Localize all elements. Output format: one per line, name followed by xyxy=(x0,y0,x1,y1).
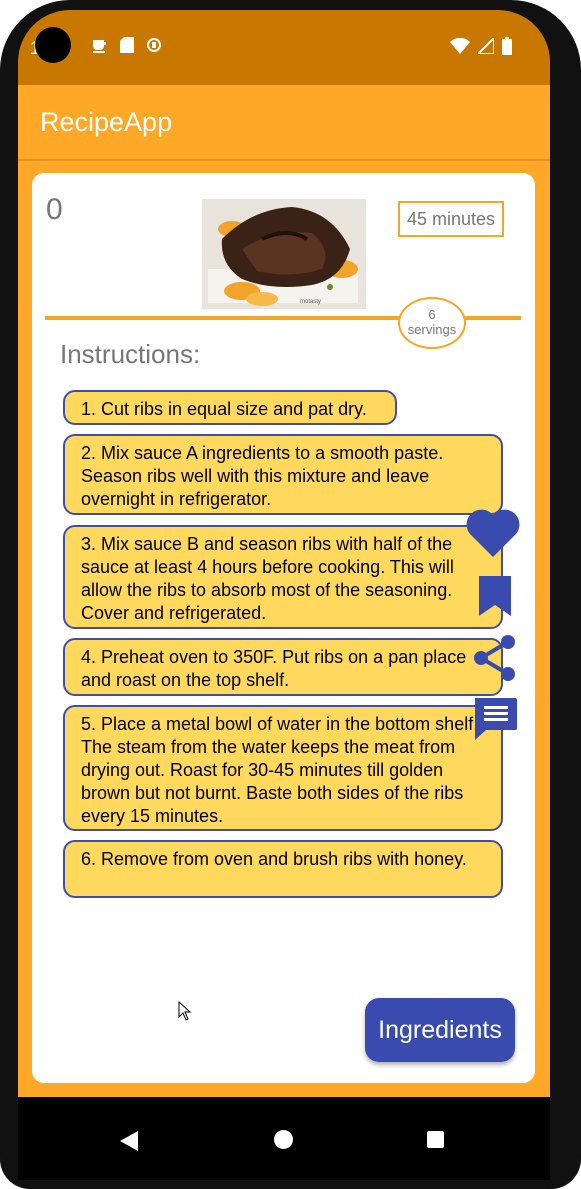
instruction-step: 6. Remove from oven and brush ribs with … xyxy=(63,840,503,898)
app-bar: RecipeApp xyxy=(18,85,550,161)
cup-icon xyxy=(92,37,108,59)
screen: 1 xyxy=(18,10,550,1180)
recipe-photo: motasty xyxy=(202,199,366,309)
camera-cutout xyxy=(35,27,71,63)
back-icon[interactable] xyxy=(119,1130,139,1152)
navigation-bar xyxy=(18,1097,550,1180)
cook-time-box: 45 minutes xyxy=(398,201,504,237)
instruction-step: 4. Preheat oven to 350F. Put ribs on a p… xyxy=(63,638,503,696)
servings-badge: 6 servings xyxy=(398,297,466,349)
instructions-heading: Instructions: xyxy=(60,339,201,369)
bookmark-icon[interactable] xyxy=(478,575,512,617)
instruction-step: 2. Mix sauce A ingredients to a smooth p… xyxy=(63,434,503,515)
mouse-cursor-icon xyxy=(178,1001,192,1021)
signal-icon xyxy=(475,35,495,58)
instruction-step: 5. Place a metal bowl of water in the bo… xyxy=(63,705,503,831)
instruction-step: 1. Cut ribs in equal size and pat dry. xyxy=(63,390,397,425)
recipe-card: 0 motasty 45 minutes 6 servings Instruct… xyxy=(32,173,535,1083)
servings-label: servings xyxy=(407,322,457,337)
device-frame: 1 xyxy=(0,0,581,1189)
status-bar: 1 xyxy=(18,10,550,85)
wifi-icon xyxy=(450,37,470,58)
instruction-step: 3. Mix sauce B and season ribs with half… xyxy=(63,525,503,629)
app-title: RecipeApp xyxy=(40,107,173,137)
svg-text:motasty: motasty xyxy=(300,299,321,305)
recent-apps-icon[interactable] xyxy=(427,1131,444,1148)
heart-icon[interactable] xyxy=(464,507,522,559)
servings-number: 6 xyxy=(428,307,436,322)
sd-card-icon xyxy=(120,37,134,59)
ingredients-button[interactable]: Ingredients xyxy=(365,998,515,1062)
sync-icon xyxy=(146,37,162,59)
share-icon[interactable] xyxy=(472,634,518,682)
home-icon[interactable] xyxy=(274,1130,293,1149)
rating-value: 0 xyxy=(46,193,63,226)
battery-icon xyxy=(502,37,512,59)
comment-icon[interactable] xyxy=(472,695,518,741)
